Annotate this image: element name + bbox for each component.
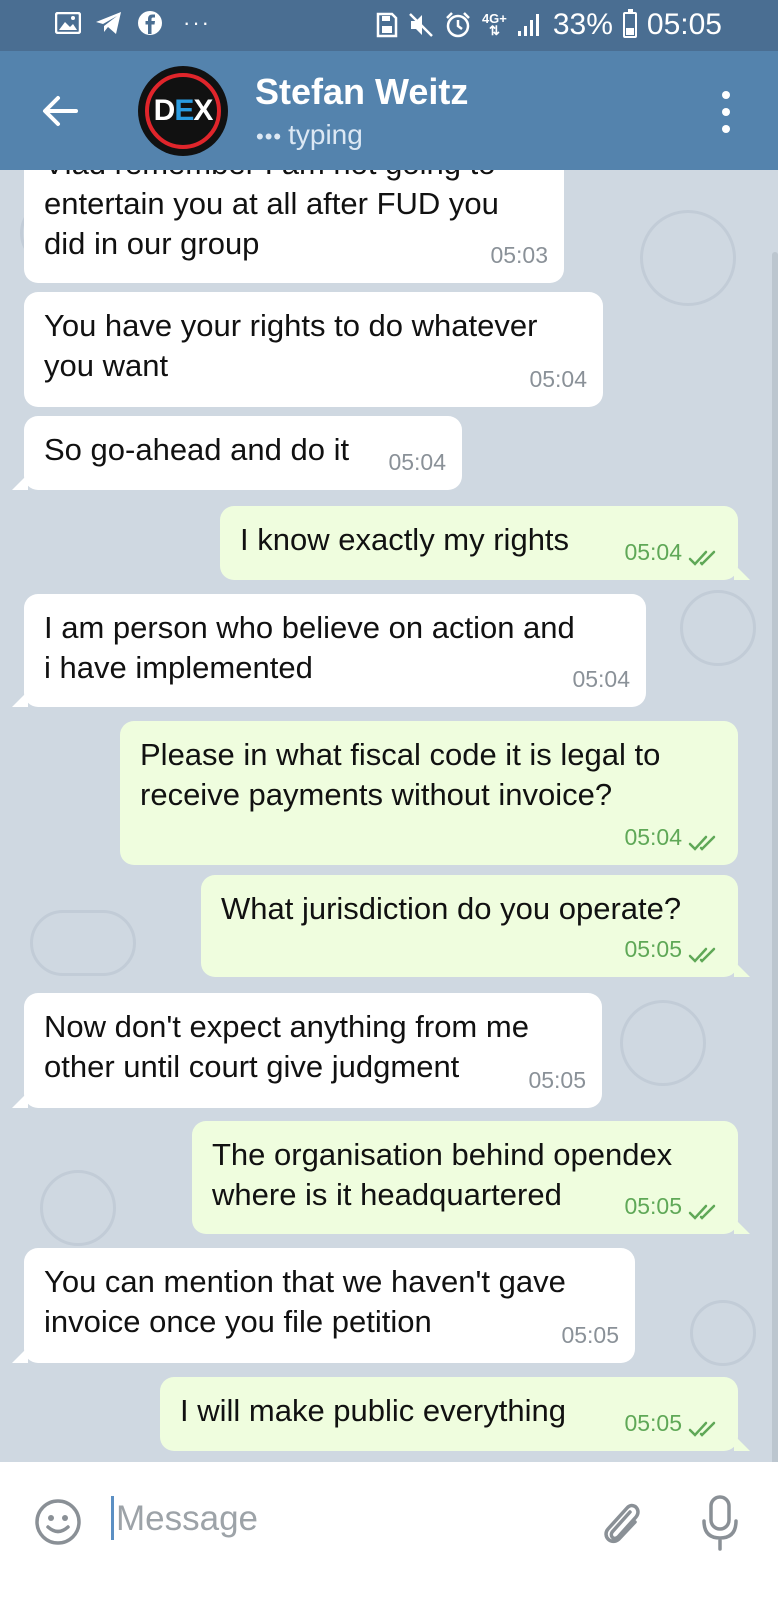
- message-time: 05:05: [624, 1410, 682, 1436]
- emoji-icon[interactable]: [34, 1498, 82, 1546]
- battery-icon: [622, 9, 637, 38]
- message-text: You have your rights to do whatever you …: [44, 308, 538, 383]
- message-bubble-outgoing[interactable]: The organisation behind opendex where is…: [192, 1121, 750, 1234]
- more-options-button[interactable]: [714, 91, 738, 133]
- avatar-logo: DEX: [153, 94, 214, 127]
- double-check-icon: [688, 1204, 716, 1220]
- message-bubble-incoming[interactable]: Now don't expect anything from me other …: [12, 993, 602, 1108]
- message-input[interactable]: [114, 1492, 558, 1546]
- message-bubble-outgoing[interactable]: I will make public everything 05:05: [160, 1377, 750, 1451]
- network-indicator: 4G+ ⇅: [482, 12, 507, 38]
- background-doodle: [620, 1000, 706, 1086]
- message-list[interactable]: Vlad remember I am not going to entertai…: [0, 170, 778, 1462]
- contact-status: ••• typing: [256, 119, 363, 151]
- save-icon: [376, 12, 398, 38]
- status-bar: ··· 4G+ ⇅ 33% 05:05: [0, 0, 778, 51]
- microphone-icon[interactable]: [700, 1494, 740, 1552]
- message-composer: [0, 1462, 778, 1600]
- status-bar-notifications: ···: [55, 10, 211, 36]
- message-text: Vlad remember I am not going to entertai…: [44, 170, 499, 261]
- message-time: 05:05: [561, 1322, 619, 1348]
- double-check-icon: [688, 947, 716, 963]
- battery-percent: 33%: [552, 8, 613, 41]
- message-text: I will make public everything: [180, 1393, 566, 1428]
- message-bubble-incoming[interactable]: You can mention that we haven't gave inv…: [12, 1248, 635, 1363]
- background-doodle: [680, 590, 756, 666]
- message-text: So go-ahead and do it: [44, 432, 350, 467]
- message-text: Please in what fiscal code it is legal t…: [140, 737, 661, 812]
- chat-header: DEX Stefan Weitz ••• typing: [0, 51, 778, 170]
- double-check-icon: [688, 550, 716, 566]
- message-time: 05:04: [529, 366, 587, 392]
- contact-avatar[interactable]: DEX: [138, 66, 228, 156]
- message-bubble-incoming[interactable]: So go-ahead and do it 05:04: [12, 416, 462, 490]
- message-time: 05:05: [624, 936, 682, 962]
- message-text: Now don't expect anything from me other …: [44, 1009, 529, 1084]
- scrollbar[interactable]: [772, 252, 778, 1462]
- background-doodle: [30, 910, 136, 976]
- message-text: I know exactly my rights: [240, 522, 570, 557]
- message-bubble-incoming[interactable]: I am person who believe on action and i …: [12, 594, 646, 707]
- message-time: 05:04: [572, 666, 630, 692]
- message-time: 05:05: [624, 1193, 682, 1219]
- message-bubble-incoming[interactable]: Vlad remember I am not going to entertai…: [24, 170, 564, 283]
- clock: 05:05: [646, 8, 722, 41]
- message-time: 05:04: [624, 824, 682, 850]
- gallery-icon: [55, 12, 81, 34]
- message-bubble-outgoing[interactable]: I know exactly my rights 05:04: [220, 506, 750, 580]
- message-time: 05:04: [624, 539, 682, 565]
- background-doodle: [40, 1170, 116, 1246]
- message-bubble-incoming[interactable]: You have your rights to do whatever you …: [24, 292, 603, 407]
- message-time: 05:03: [490, 242, 548, 268]
- alarm-icon: [444, 11, 472, 39]
- message-time: 05:04: [388, 449, 446, 475]
- data-arrows-icon: ⇅: [488, 23, 500, 38]
- background-doodle: [690, 1300, 756, 1366]
- message-bubble-outgoing[interactable]: Please in what fiscal code it is legal t…: [120, 721, 738, 865]
- message-time: 05:05: [528, 1067, 586, 1093]
- more-notifications-indicator: ···: [183, 10, 211, 35]
- background-doodle: [640, 210, 736, 306]
- status-bar-system: 4G+ ⇅ 33% 05:05: [376, 8, 722, 42]
- signal-icon: [517, 13, 543, 37]
- contact-name[interactable]: Stefan Weitz: [255, 71, 468, 113]
- telegram-icon: [95, 11, 123, 35]
- double-check-icon: [688, 1421, 716, 1437]
- message-text: You can mention that we haven't gave inv…: [44, 1264, 566, 1339]
- double-check-icon: [688, 835, 716, 851]
- arrow-left-icon: [43, 96, 78, 126]
- facebook-icon: [137, 10, 163, 36]
- message-text: I am person who believe on action and i …: [44, 610, 575, 685]
- status-text: typing: [288, 119, 363, 150]
- back-button[interactable]: [36, 87, 84, 135]
- message-bubble-outgoing[interactable]: What jurisdiction do you operate? 05:05: [201, 875, 750, 977]
- typing-indicator: •••: [256, 123, 283, 149]
- mute-icon: [408, 12, 434, 38]
- paperclip-icon[interactable]: [600, 1498, 644, 1550]
- message-text: What jurisdiction do you operate?: [221, 891, 682, 926]
- message-text: The organisation behind opendex where is…: [212, 1137, 673, 1212]
